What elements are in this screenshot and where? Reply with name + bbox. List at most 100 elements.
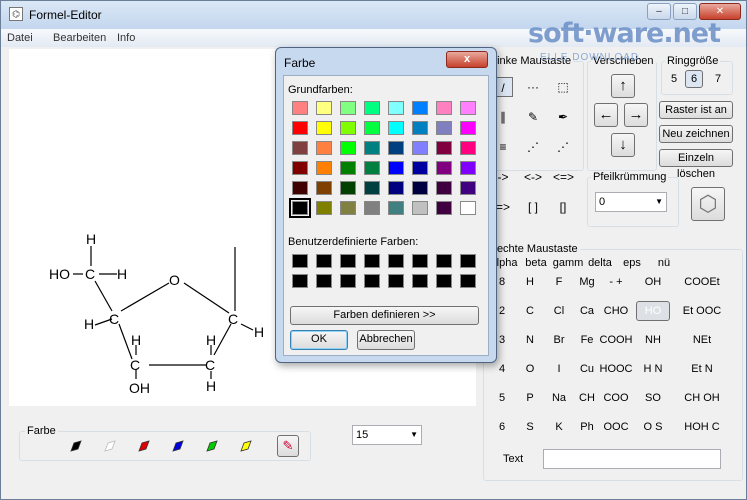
neu-zeichnen-button[interactable]: Neu zeichnen [659, 125, 733, 143]
symbol-option[interactable]: Et OOC [676, 305, 728, 317]
basic-color-swatch[interactable] [436, 121, 452, 135]
symbol-option[interactable]: COOH [599, 334, 633, 346]
basic-color-swatch[interactable] [292, 121, 308, 135]
basic-color-swatch[interactable] [412, 161, 428, 175]
basic-color-swatch[interactable] [316, 141, 332, 155]
menu-info[interactable]: Info [117, 32, 135, 44]
text-input[interactable] [543, 449, 721, 469]
move-left-button[interactable]: ← [594, 103, 618, 127]
symbol-option[interactable]: NH [636, 334, 670, 346]
custom-color-swatch[interactable] [364, 254, 380, 268]
symbol-option[interactable]: COO [599, 392, 633, 404]
raster-button[interactable]: Raster ist an [659, 101, 733, 119]
basic-color-swatch[interactable] [316, 181, 332, 195]
custom-color-swatch[interactable] [412, 274, 428, 288]
symbol-option[interactable]: OH [636, 276, 670, 288]
custom-color-swatch[interactable] [316, 274, 332, 288]
basic-color-swatch[interactable] [316, 161, 332, 175]
symbol-option[interactable]: OOC [599, 421, 633, 433]
color-picker-button[interactable]: ✎ [277, 435, 299, 457]
basic-color-swatch[interactable] [412, 181, 428, 195]
basic-color-swatch[interactable] [340, 101, 356, 115]
basic-color-swatch[interactable] [364, 181, 380, 195]
custom-color-swatch[interactable] [292, 254, 308, 268]
greek-option[interactable]: nü [647, 257, 681, 269]
pfeil-select[interactable]: 0 ▼ [595, 192, 667, 212]
basic-color-swatch[interactable] [460, 121, 476, 135]
draw-tool-13[interactable]: [ ] [523, 197, 543, 217]
custom-color-swatch[interactable] [460, 254, 476, 268]
custom-color-swatch[interactable] [292, 274, 308, 288]
custom-color-swatch[interactable] [436, 254, 452, 268]
basic-color-swatch[interactable] [289, 198, 311, 218]
basic-color-swatch[interactable] [388, 201, 404, 215]
basic-color-swatch[interactable] [364, 141, 380, 155]
basic-color-swatch[interactable] [388, 141, 404, 155]
custom-color-swatch[interactable] [340, 254, 356, 268]
basic-color-swatch[interactable] [316, 121, 332, 135]
symbol-option[interactable]: HOH C [676, 421, 728, 433]
symbol-option[interactable]: - + [599, 276, 633, 288]
einzeln-loeschen-button[interactable]: Einzeln löschen [659, 149, 733, 180]
basic-color-swatch[interactable] [292, 161, 308, 175]
menu-bearbeiten[interactable]: Bearbeiten [53, 32, 106, 44]
basic-color-swatch[interactable] [436, 181, 452, 195]
define-colors-button[interactable]: Farben definieren >> [290, 306, 479, 325]
size-select[interactable]: 15 ▼ [352, 425, 422, 445]
basic-color-swatch[interactable] [460, 181, 476, 195]
ring-option-6[interactable]: 6 [685, 70, 703, 88]
custom-color-swatch[interactable] [460, 274, 476, 288]
basic-color-swatch[interactable] [388, 101, 404, 115]
basic-color-swatch[interactable] [340, 161, 356, 175]
custom-color-swatch[interactable] [340, 274, 356, 288]
custom-color-swatch[interactable] [316, 254, 332, 268]
draw-tool-8[interactable]: ⋰ [553, 137, 573, 157]
dialog-close-button[interactable]: x [446, 51, 488, 68]
greek-option[interactable]: gamm [551, 257, 585, 269]
symbol-option[interactable]: O S [636, 421, 670, 433]
basic-color-swatch[interactable] [460, 141, 476, 155]
basic-color-swatch[interactable] [436, 161, 452, 175]
basic-color-swatch[interactable] [388, 181, 404, 195]
pen-color-0-icon[interactable] [69, 439, 83, 453]
draw-tool-7[interactable]: ⋰ [523, 137, 543, 157]
basic-color-swatch[interactable] [412, 121, 428, 135]
move-right-button[interactable]: → [624, 103, 648, 127]
symbol-option[interactable]: SO [636, 392, 670, 404]
basic-color-swatch[interactable] [412, 101, 428, 115]
basic-color-swatch[interactable] [316, 101, 332, 115]
symbol-option[interactable]: HOOC [599, 363, 633, 375]
symbol-option[interactable]: NEt [676, 334, 728, 346]
ring-insert-button[interactable]: ⬡ [691, 187, 725, 221]
pen-color-4-icon[interactable] [205, 439, 219, 453]
basic-color-swatch[interactable] [460, 201, 476, 215]
symbol-option[interactable]: CH OH [676, 392, 728, 404]
draw-tool-5[interactable]: ✒ [553, 107, 573, 127]
basic-color-swatch[interactable] [412, 141, 428, 155]
basic-color-swatch[interactable] [412, 201, 428, 215]
ring-option-5[interactable]: 5 [671, 73, 677, 85]
basic-color-swatch[interactable] [436, 101, 452, 115]
ok-button[interactable]: OK [290, 330, 348, 350]
symbol-option[interactable]: CHO [599, 305, 633, 317]
custom-color-swatch[interactable] [412, 254, 428, 268]
draw-tool-4[interactable]: ✎ [523, 107, 543, 127]
pen-color-5-icon[interactable] [239, 439, 253, 453]
symbol-option[interactable]: H N [636, 363, 670, 375]
custom-color-swatch[interactable] [436, 274, 452, 288]
basic-color-swatch[interactable] [436, 141, 452, 155]
basic-color-swatch[interactable] [292, 141, 308, 155]
basic-color-swatch[interactable] [340, 141, 356, 155]
pen-color-3-icon[interactable] [171, 439, 185, 453]
draw-tool-10[interactable]: <-> [523, 167, 543, 187]
basic-color-swatch[interactable] [340, 181, 356, 195]
custom-color-swatch[interactable] [364, 274, 380, 288]
basic-color-swatch[interactable] [292, 181, 308, 195]
basic-color-swatch[interactable] [460, 101, 476, 115]
pen-color-2-icon[interactable] [137, 439, 151, 453]
symbol-option[interactable]: COOEt [676, 276, 728, 288]
custom-color-swatch[interactable] [388, 274, 404, 288]
basic-color-swatch[interactable] [340, 201, 356, 215]
draw-tool-1[interactable]: ··· [523, 77, 543, 97]
basic-color-swatch[interactable] [292, 101, 308, 115]
